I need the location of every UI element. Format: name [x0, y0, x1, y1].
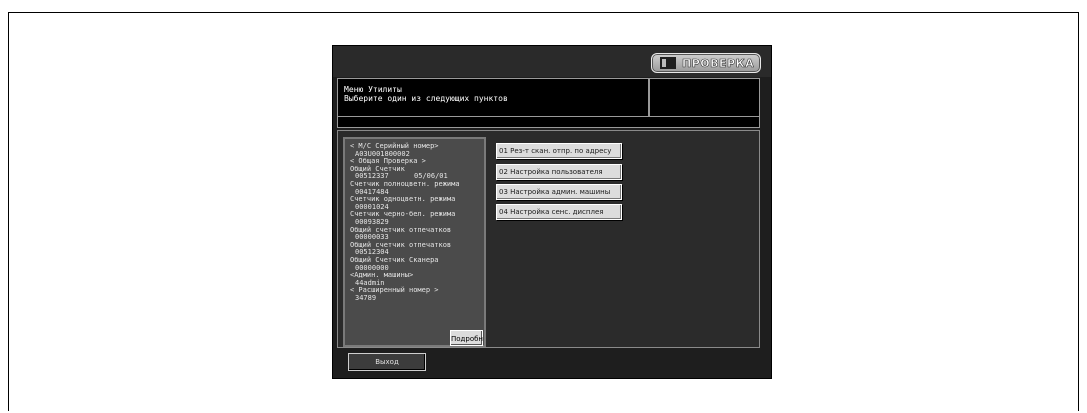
menu-item-touch-display[interactable]: 04 Настройка сенс. дисплея [496, 204, 622, 220]
check-button-label: ПРОВЕРКА [682, 56, 755, 70]
details-button[interactable]: Подробн [450, 330, 483, 346]
message-instruction: Выберите один из следующих пунктов [344, 94, 508, 103]
ext-number-value: 34789 [355, 293, 377, 302]
check-button[interactable]: ПРОВЕРКА [651, 53, 761, 73]
exit-button[interactable]: Выход [348, 353, 426, 371]
control-panel-screen: ПРОВЕРКА Меню Утилиты Выберите один из с… [332, 45, 772, 379]
menu-item-user-settings[interactable]: 02 Настройка пользователя [496, 164, 622, 180]
machine-info-panel: < М/С Серийный номер> A03U001800002 < Об… [343, 137, 486, 347]
status-bar [337, 117, 760, 128]
counter-icon [660, 57, 676, 69]
message-side-box [649, 78, 760, 117]
message-title: Меню Утилиты [344, 85, 402, 94]
menu-item-admin-settings[interactable]: 03 Настройка админ. машины [496, 184, 622, 200]
menu-item-scan-result[interactable]: 01 Рез-т скан. отпр. по адресу [496, 143, 622, 159]
message-area: Меню Утилиты Выберите один из следующих … [337, 78, 649, 117]
